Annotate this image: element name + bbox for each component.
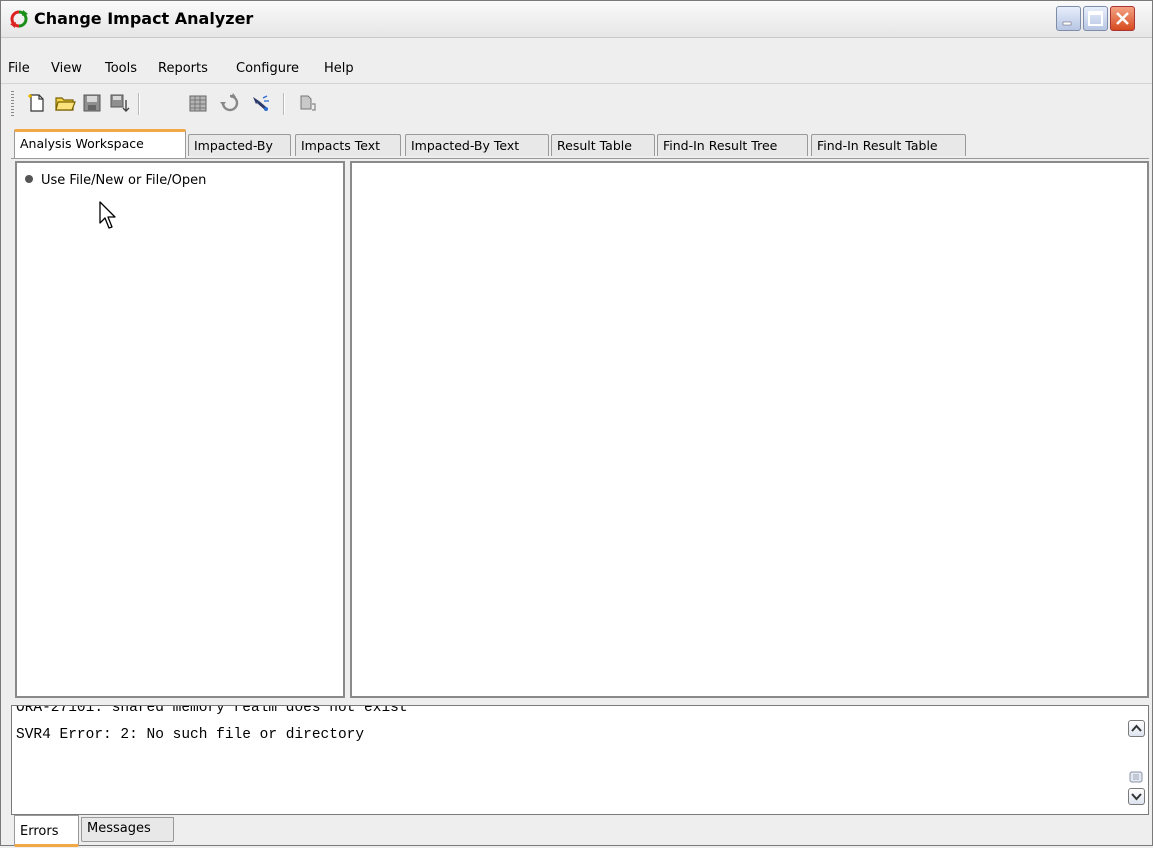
menu-help[interactable]: Help — [324, 61, 354, 76]
chevron-down-icon — [1131, 793, 1142, 801]
analysis-tree-panel[interactable]: Use File/New or File/Open — [15, 161, 345, 698]
tree-item-label: Use File/New or File/Open — [41, 173, 207, 188]
console-text: ORA-27101: shared memory realm does not … — [16, 705, 408, 761]
menu-reports[interactable]: Reports — [158, 61, 208, 76]
new-file-icon[interactable] — [26, 92, 48, 114]
tab-bar: Analysis Workspace Impacted-By Impacts T… — [1, 129, 1152, 159]
tab-find-in-result-table[interactable]: Find-In Result Table — [811, 134, 966, 156]
scroll-down-button[interactable] — [1128, 788, 1145, 805]
tab-result-table[interactable]: Result Table — [551, 134, 655, 156]
grid-icon[interactable] — [187, 92, 209, 114]
tab-impacted-by[interactable]: Impacted-By — [188, 134, 291, 156]
close-button[interactable] — [1110, 6, 1135, 31]
scroll-thumb[interactable] — [1129, 770, 1143, 784]
export-icon[interactable] — [296, 92, 318, 114]
maximize-icon — [1088, 11, 1103, 26]
scroll-up-button[interactable] — [1128, 720, 1145, 737]
close-icon — [1116, 12, 1129, 25]
toolbar-separator — [283, 93, 285, 115]
save-icon[interactable] — [81, 92, 103, 114]
application-window: Change Impact Analyzer File View Tools R… — [0, 0, 1153, 847]
mouse-cursor-icon — [99, 201, 116, 229]
minimize-icon — [1062, 21, 1072, 26]
title-bar[interactable]: Change Impact Analyzer — [1, 1, 1152, 38]
chevron-up-icon — [1131, 724, 1142, 732]
tab-underline — [11, 158, 1149, 159]
workspace-content-panel[interactable] — [350, 161, 1149, 698]
tab-find-in-result-tree[interactable]: Find-In Result Tree — [657, 134, 808, 156]
open-folder-icon[interactable] — [54, 92, 76, 114]
console-line: SVR4 Error: 2: No such file or directory — [16, 727, 365, 743]
refresh-icon[interactable] — [219, 92, 241, 114]
tree-item[interactable]: Use File/New or File/Open — [25, 173, 206, 188]
minimize-button[interactable] — [1056, 6, 1081, 31]
save-down-icon[interactable] — [108, 92, 130, 114]
menu-configure[interactable]: Configure — [236, 61, 299, 76]
window-title: Change Impact Analyzer — [34, 9, 254, 28]
tab-impacted-by-text[interactable]: Impacted-By Text — [405, 134, 549, 156]
menu-tools[interactable]: Tools — [105, 61, 137, 76]
maximize-button[interactable] — [1083, 6, 1108, 31]
menu-file[interactable]: File — [8, 61, 30, 76]
tab-impacts-text[interactable]: Impacts Text — [295, 134, 401, 156]
tab-errors[interactable]: Errors — [14, 815, 79, 847]
menu-separator — [1, 83, 1152, 84]
console-line: ORA-27101: shared memory realm does not … — [16, 705, 408, 716]
toolbar-grip[interactable] — [11, 91, 14, 117]
menu-bar: File View Tools Reports Configure Help — [1, 58, 1152, 83]
menu-view[interactable]: View — [51, 61, 82, 76]
tree-node-bullet-icon — [25, 175, 33, 183]
tab-analysis-workspace[interactable]: Analysis Workspace — [14, 129, 186, 158]
tab-messages[interactable]: Messages — [81, 817, 174, 842]
error-console[interactable]: ORA-27101: shared memory realm does not … — [11, 705, 1149, 815]
toolbar — [1, 87, 1152, 121]
satellite-icon[interactable] — [249, 92, 271, 114]
toolbar-separator — [138, 93, 140, 115]
app-refresh-icon — [10, 10, 28, 28]
